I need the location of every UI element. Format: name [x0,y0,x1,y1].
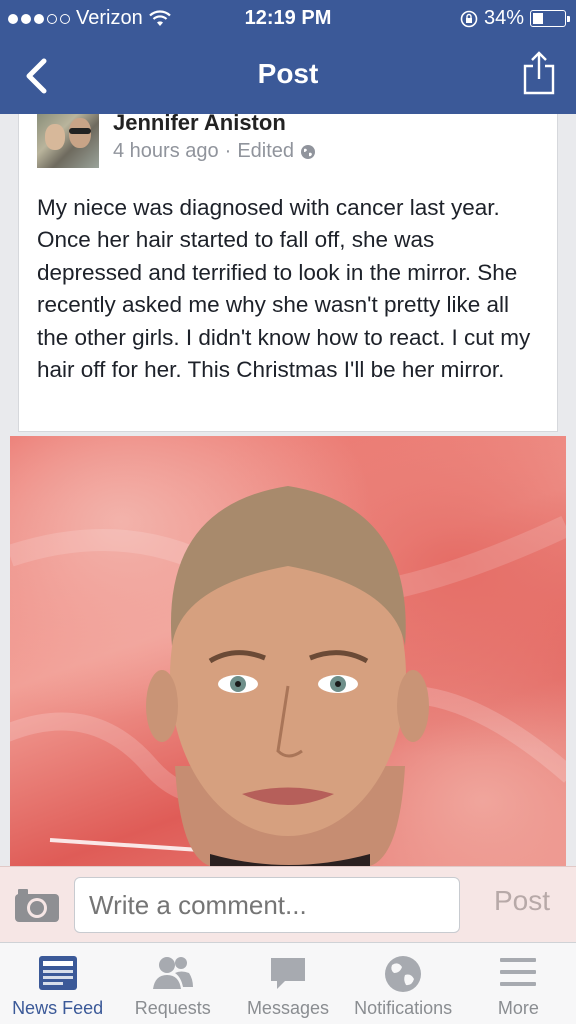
tab-news-feed[interactable]: News Feed [0,943,115,1024]
author-name[interactable]: Jennifer Aniston [113,110,286,136]
status-right: 34% [460,7,570,30]
status-bar: Verizon 12:19 PM 34% [0,0,576,38]
post-photo[interactable] [10,436,566,866]
tab-label: Notifications [354,998,453,1018]
tab-label: News Feed [12,998,104,1018]
tab-notifications[interactable]: Notifications [346,943,461,1024]
tab-requests[interactable]: Requests [115,943,230,1024]
tab-label: Messages [246,998,329,1018]
portrait-photo [10,486,566,866]
edited-label[interactable]: Edited [237,140,294,163]
comment-input[interactable] [74,877,460,933]
tab-label: Requests [134,998,211,1018]
camera-icon[interactable] [14,887,60,923]
author-avatar[interactable] [37,114,99,168]
news-feed-icon [38,956,77,990]
battery-percent: 34% [483,7,524,29]
comment-bar: Post [0,866,576,942]
post-time[interactable]: 4 hours ago [113,140,219,163]
messages-icon [270,958,305,989]
battery-icon [530,10,570,27]
globe-icon [385,956,422,992]
tab-bar: News Feed Requests Messages Notification… [0,942,576,1024]
meta-separator: · [224,140,232,162]
share-button[interactable] [522,50,556,96]
page-title: Post [257,58,319,89]
navigation-bar: Post [0,38,576,114]
menu-icon [500,958,537,986]
tab-more[interactable]: More [461,943,576,1024]
tab-label: More [497,998,539,1018]
tab-messages[interactable]: Messages [230,943,345,1024]
post-meta: 4 hours ago · Edited [113,140,316,163]
globe-icon [301,144,316,159]
post-text: My niece was diagnosed with cancer last … [37,195,531,383]
requests-icon [152,957,193,989]
post-comment-button[interactable]: Post [494,885,550,917]
orientation-lock-icon [460,10,478,27]
post-card: Jennifer Aniston 4 hours ago · Edited My… [18,110,558,432]
